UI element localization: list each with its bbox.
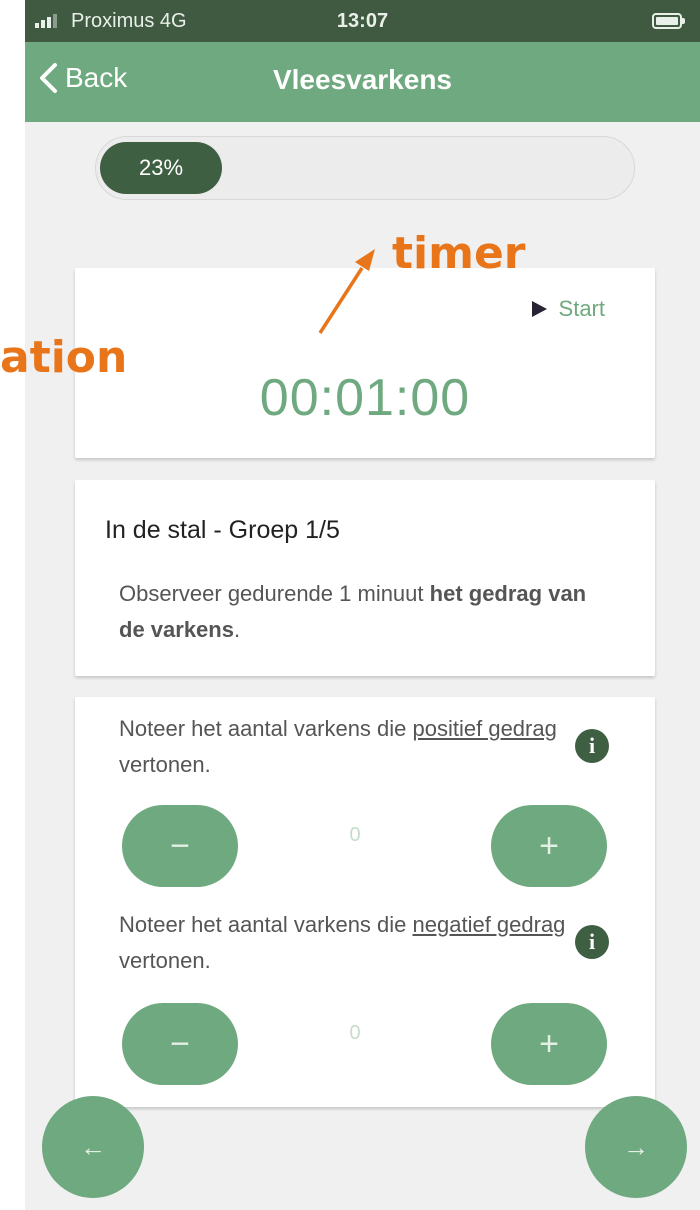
battery-icon <box>652 13 685 29</box>
instruction-prefix: Observeer gedurende 1 minuut <box>119 581 430 606</box>
positive-decrement-button[interactable]: − <box>122 805 238 887</box>
page-title: Vleesvarkens <box>272 64 453 95</box>
clock-label: 13:07 <box>336 10 389 32</box>
phone-screen: Proximus 4G 13:07 Back Vleesvarkens 23% … <box>25 0 700 1210</box>
start-timer-button[interactable]: Start <box>531 296 605 322</box>
positive-info-icon[interactable]: i <box>575 729 609 763</box>
negative-question-prefix: Noteer het aantal varkens die <box>119 912 413 937</box>
timer-annotation: timer <box>392 228 526 279</box>
positive-question-prefix: Noteer het aantal varkens die <box>119 716 413 741</box>
progress-label: 23% <box>138 155 184 180</box>
negative-question: Noteer het aantal varkens die negatief g… <box>119 907 569 979</box>
negative-info-icon[interactable]: i <box>575 925 609 959</box>
navigation-bar: Back Vleesvarkens <box>25 42 700 122</box>
counter-card: Noteer het aantal varkens die positief g… <box>75 697 655 1107</box>
next-button[interactable]: → <box>585 1096 687 1198</box>
play-icon <box>531 301 547 317</box>
negative-question-suffix: vertonen. <box>119 948 211 973</box>
previous-button[interactable]: ← <box>42 1096 144 1198</box>
positive-count: 0 <box>349 824 361 846</box>
instruction-card: In de stal - Groep 1/5 Observeer geduren… <box>75 480 655 676</box>
instruction-text: Observeer gedurende 1 minuut het gedrag … <box>119 576 599 648</box>
positive-behavior-link[interactable]: positief gedrag <box>413 716 557 741</box>
progress-bar: 23% <box>95 136 635 200</box>
negative-behavior-link[interactable]: negatief gedrag <box>413 912 566 937</box>
start-label: Start <box>558 296 605 321</box>
negative-count: 0 <box>349 1022 361 1044</box>
timer-card: Start 00:01:00 <box>75 268 655 458</box>
left-annotation: ation <box>0 332 128 383</box>
timer-display: 00:01:00 <box>259 369 471 427</box>
positive-increment-button[interactable]: + <box>491 805 607 887</box>
negative-increment-button[interactable]: + <box>491 1003 607 1085</box>
progress-fill: 23% <box>100 142 222 194</box>
status-bar: Proximus 4G 13:07 <box>25 0 700 42</box>
positive-question: Noteer het aantal varkens die positief g… <box>119 711 569 783</box>
positive-question-suffix: vertonen. <box>119 752 211 777</box>
negative-decrement-button[interactable]: − <box>122 1003 238 1085</box>
instruction-suffix: . <box>233 617 241 642</box>
group-heading: In de stal - Groep 1/5 <box>105 516 340 544</box>
